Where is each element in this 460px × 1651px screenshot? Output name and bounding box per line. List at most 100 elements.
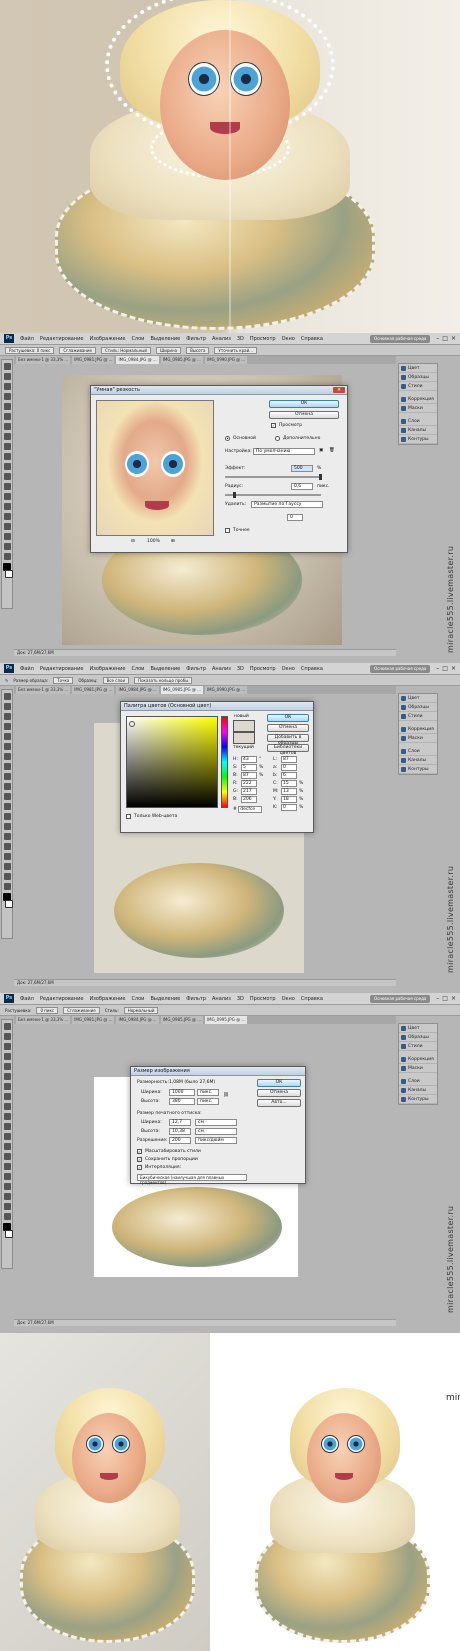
menu-view[interactable]: Просмотр (250, 666, 276, 672)
option-feather[interactable]: Растушевка: 0 пикс (5, 346, 55, 354)
panel-swatches[interactable]: Образцы (399, 373, 437, 382)
doc-tab[interactable]: IMG_0984.JPG @ ... (116, 686, 159, 694)
panel-swatches[interactable]: Образцы (399, 703, 437, 712)
menu-analysis[interactable]: Анализ (212, 996, 231, 1002)
panel-styles[interactable]: Стили (399, 382, 437, 391)
save-settings-icon[interactable]: ▣ (319, 448, 323, 453)
move-tool-icon[interactable] (3, 693, 11, 700)
panel-adjustments[interactable]: Коррекция (399, 1055, 437, 1064)
mode-basic-radio[interactable]: • (225, 436, 230, 441)
menu-filter[interactable]: Фильтр (186, 996, 206, 1002)
menu-image[interactable]: Изображение (89, 336, 125, 342)
panel-layers[interactable]: Слои (399, 417, 437, 426)
eraser-tool-icon[interactable] (3, 1123, 11, 1130)
style-select[interactable]: Нормальный (123, 1006, 159, 1014)
amount-input[interactable]: 500 (291, 465, 313, 472)
move-tool-icon[interactable] (3, 363, 11, 370)
show-ring-checkbox[interactable]: Показать кольцо пробы (134, 676, 193, 684)
move-tool-icon[interactable] (3, 1023, 11, 1030)
gradient-tool-icon[interactable] (3, 803, 11, 810)
menu-help[interactable]: Справка (301, 336, 323, 342)
crop-tool-icon[interactable] (3, 403, 11, 410)
sample-size-select[interactable]: Точка (53, 676, 74, 684)
color-field-input[interactable]: 15 (281, 780, 297, 787)
doc-tab[interactable]: IMG_0981.JPG @ ... (72, 356, 115, 364)
ok-button[interactable]: ОК (267, 714, 309, 722)
menu-3d[interactable]: 3D (237, 996, 244, 1002)
marquee-tool-icon[interactable] (3, 1033, 11, 1040)
panel-layers[interactable]: Слои (399, 1077, 437, 1086)
panel-color[interactable]: Цвет (399, 364, 437, 373)
color-field-input[interactable]: 6 (281, 772, 297, 779)
healing-brush-tool-icon[interactable] (3, 423, 11, 430)
mode-advanced-radio[interactable] (275, 436, 280, 441)
gradient-tool-icon[interactable] (3, 473, 11, 480)
panel-layers[interactable]: Слои (399, 747, 437, 756)
amount-slider[interactable] (225, 474, 322, 480)
hand-tool-icon[interactable] (3, 873, 11, 880)
menu-layers[interactable]: Слои (131, 996, 144, 1002)
zoom-tool-icon[interactable] (3, 883, 11, 890)
doc-tab-active[interactable]: IMG_0984.JPG @ ... (116, 356, 159, 364)
menu-layers[interactable]: Слои (131, 666, 144, 672)
settings-select[interactable]: По умолчанию (253, 448, 315, 455)
add-to-swatches-button[interactable]: Добавить в образцы (267, 734, 309, 746)
option-antialias[interactable]: Сглаживание (59, 346, 96, 354)
doc-tab[interactable]: IMG_0990.JPG @ ... (204, 686, 248, 694)
option-style[interactable]: Стиль: Нормальный (100, 346, 151, 354)
color-field-input[interactable]: 18 (281, 796, 297, 803)
menu-help[interactable]: Справка (301, 666, 323, 672)
menu-help[interactable]: Справка (301, 996, 323, 1002)
menu-window[interactable]: Окно (282, 666, 295, 672)
lasso-tool-icon[interactable] (3, 383, 11, 390)
doc-tab-active[interactable]: IMG_0985.JPG @ ... (160, 686, 203, 694)
doc-tab[interactable]: Без имени-1 @ 33,3% ... (16, 686, 71, 694)
magic-wand-tool-icon[interactable] (3, 393, 11, 400)
constrain-proportions-checkbox[interactable]: ✓ (137, 1157, 142, 1162)
option-width[interactable]: Ширина (155, 346, 182, 354)
angle-input[interactable]: 0 (287, 514, 303, 521)
brush-tool-icon[interactable] (3, 763, 11, 770)
minimize-icon[interactable]: – (436, 665, 439, 672)
brush-tool-icon[interactable] (3, 1093, 11, 1100)
panel-channels[interactable]: Каналы (399, 756, 437, 765)
auto-button[interactable]: Авто... (257, 1099, 301, 1107)
close-icon[interactable]: × (451, 665, 456, 672)
color-field-input[interactable]: 222 (241, 780, 257, 787)
panel-styles[interactable]: Стили (399, 712, 437, 721)
radius-slider[interactable] (225, 492, 321, 498)
resolution-input[interactable]: 200 (169, 1137, 191, 1144)
print-height-input[interactable]: 10,38 (169, 1128, 191, 1135)
pixel-height-input[interactable]: 380 (169, 1098, 195, 1105)
type-tool-icon[interactable] (3, 513, 11, 520)
color-libraries-button[interactable]: Библиотеки цветов (267, 744, 309, 756)
doc-tab[interactable]: IMG_0985.JPG @ ... (160, 1016, 203, 1024)
print-height-unit-select[interactable]: см (195, 1128, 237, 1135)
panel-paths[interactable]: Контуры (399, 1095, 437, 1104)
hex-input[interactable]: # decfce (233, 806, 263, 813)
lasso-tool-icon[interactable] (3, 1043, 11, 1050)
color-field-input[interactable]: 87 (241, 772, 257, 779)
panel-adjustments[interactable]: Коррекция (399, 395, 437, 404)
path-select-tool-icon[interactable] (3, 1183, 11, 1190)
menu-window[interactable]: Окно (282, 996, 295, 1002)
resample-checkbox[interactable]: ✓ (137, 1165, 142, 1170)
doc-tab[interactable]: IMG_0985.JPG @ ... (160, 356, 203, 364)
remove-select[interactable]: Размытие по Гауссу (251, 501, 323, 508)
zoom-tool-icon[interactable] (3, 1213, 11, 1220)
delete-settings-icon[interactable]: 🗑 (329, 448, 335, 453)
menu-window[interactable]: Окно (282, 336, 295, 342)
close-icon[interactable]: × (333, 387, 345, 393)
shape-tool-icon[interactable] (3, 863, 11, 870)
background-color-swatch[interactable] (5, 1230, 13, 1238)
color-field-input[interactable]: 217 (241, 788, 257, 795)
blur-tool-icon[interactable] (3, 483, 11, 490)
menu-filter[interactable]: Фильтр (186, 666, 206, 672)
pen-tool-icon[interactable] (3, 503, 11, 510)
magic-wand-tool-icon[interactable] (3, 723, 11, 730)
option-height[interactable]: Высота (186, 346, 210, 354)
crop-tool-icon[interactable] (3, 733, 11, 740)
background-color-swatch[interactable] (5, 570, 13, 578)
menu-view[interactable]: Просмотр (250, 996, 276, 1002)
shape-tool-icon[interactable] (3, 1193, 11, 1200)
